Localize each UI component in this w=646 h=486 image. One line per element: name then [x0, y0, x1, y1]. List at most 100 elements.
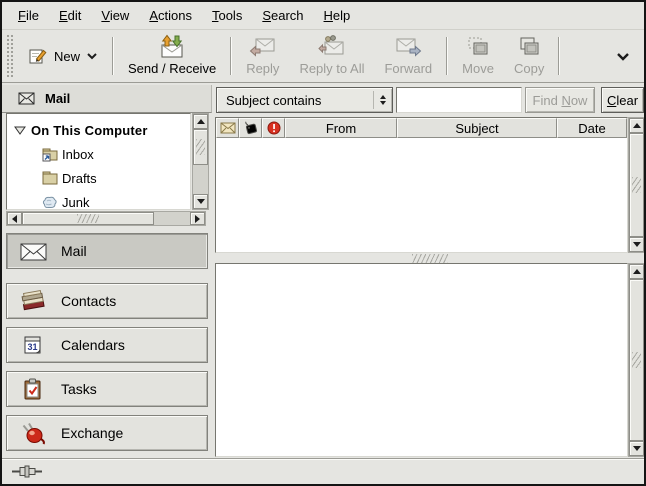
column-flag[interactable] [239, 118, 262, 138]
chevron-down-icon [616, 52, 630, 61]
splitter-grip [412, 254, 448, 263]
copy-label: Copy [514, 61, 544, 76]
menu-help[interactable]: Help [314, 2, 361, 29]
combo-arrows-icon [373, 91, 386, 109]
toolbar-separator [446, 37, 448, 75]
message-list-scrollbar [628, 117, 645, 253]
sidebar-item-tasks[interactable]: Tasks [6, 371, 208, 407]
message-status-icon [220, 122, 236, 134]
send-receive-label: Send / Receive [128, 61, 216, 76]
exchange-plug-icon [19, 422, 47, 445]
scroll-up-button[interactable] [193, 114, 208, 129]
reply-to-all-button[interactable]: Reply to All [289, 32, 374, 80]
column-date[interactable]: Date [557, 118, 627, 138]
folder-label: Inbox [62, 147, 94, 162]
folder-tree-horizontal-scrollbar [6, 211, 206, 226]
scroll-up-button[interactable] [629, 264, 644, 279]
svg-text:31: 31 [28, 342, 38, 352]
scrollbar-thumb[interactable] [629, 279, 644, 441]
message-list-body [216, 138, 627, 252]
status-bar [2, 458, 644, 484]
message-list: From Subject Date [215, 117, 628, 253]
inbox-icon [41, 147, 58, 162]
new-message-icon [28, 47, 48, 66]
scrollbar-thumb[interactable] [193, 129, 208, 165]
menu-file[interactable]: File [8, 2, 49, 29]
toolbar-separator [230, 37, 232, 75]
clear-button[interactable]: Clear [601, 87, 644, 113]
toolbar: New Send / Receive [2, 30, 644, 83]
sidebar-item-exchange[interactable]: Exchange [6, 415, 208, 451]
sidebar-item-label: Calendars [61, 337, 125, 353]
menu-view[interactable]: View [91, 2, 139, 29]
menu-edit[interactable]: Edit [49, 2, 91, 29]
menu-tools[interactable]: Tools [202, 2, 252, 29]
reply-label: Reply [246, 61, 279, 76]
reply-to-all-label: Reply to All [299, 61, 364, 76]
folder-tree: On This Computer Inbox [6, 113, 191, 210]
scrollbar-track[interactable] [22, 212, 190, 225]
tree-item-inbox[interactable]: Inbox [7, 142, 190, 166]
reply-icon [249, 35, 277, 59]
tree-item-junk[interactable]: Junk [7, 190, 190, 210]
flag-icon [243, 121, 258, 135]
send-receive-button[interactable]: Send / Receive [118, 32, 226, 80]
column-from[interactable]: From [285, 118, 397, 138]
preview-pane [215, 263, 628, 457]
find-now-button[interactable]: Find Now [525, 87, 595, 113]
scrollbar-track[interactable] [193, 129, 208, 194]
scroll-right-button[interactable] [190, 212, 205, 225]
tree-item-drafts[interactable]: Drafts [7, 166, 190, 190]
pane-splitter[interactable] [215, 253, 644, 263]
toolbar-separator [112, 37, 114, 75]
scroll-down-button[interactable] [629, 237, 644, 252]
priority-icon [267, 121, 281, 135]
reply-button[interactable]: Reply [236, 32, 289, 80]
toolbar-separator [558, 37, 560, 75]
pane-header-label: Mail [45, 91, 70, 106]
toolbar-drag-handle[interactable] [6, 34, 14, 78]
scroll-left-button[interactable] [7, 212, 22, 225]
forward-label: Forward [384, 61, 432, 76]
search-input[interactable] [396, 87, 522, 113]
sidebar-item-mail[interactable]: Mail [6, 233, 208, 269]
scroll-down-button[interactable] [629, 441, 644, 456]
offline-plug-icon[interactable] [11, 465, 43, 478]
chevron-down-icon [86, 52, 98, 60]
sidebar-item-contacts[interactable]: Contacts [6, 283, 208, 319]
scrollbar-thumb[interactable] [22, 212, 154, 225]
scroll-up-button[interactable] [629, 118, 644, 133]
search-filter-dropdown[interactable]: Subject contains [216, 87, 393, 113]
scrollbar-track[interactable] [629, 133, 644, 237]
move-button[interactable]: Move [452, 32, 504, 80]
preview-pane-scrollbar [628, 263, 645, 457]
scroll-down-button[interactable] [193, 194, 208, 209]
tree-item-on-this-computer[interactable]: On This Computer [7, 118, 190, 142]
move-label: Move [462, 61, 494, 76]
toolbar-overflow-button[interactable] [608, 32, 638, 80]
forward-button[interactable]: Forward [374, 32, 442, 80]
message-list-header: From Subject Date [216, 118, 627, 138]
column-subject[interactable]: Subject [397, 118, 557, 138]
expander-open-icon[interactable] [13, 125, 27, 136]
scrollbar-thumb[interactable] [629, 133, 644, 237]
evolution-window: File Edit View Actions Tools Search Help… [0, 0, 646, 486]
tree-root-label: On This Computer [31, 123, 148, 138]
menu-bar: File Edit View Actions Tools Search Help [2, 2, 644, 30]
sidebar-item-label: Contacts [61, 293, 116, 309]
menu-actions[interactable]: Actions [139, 2, 202, 29]
calendar-icon: 31 [19, 334, 47, 356]
column-message-status[interactable] [216, 118, 239, 138]
column-label: Subject [455, 121, 498, 136]
copy-icon [516, 36, 542, 59]
column-label: Date [578, 121, 605, 136]
move-icon [465, 36, 491, 59]
contacts-icon [19, 290, 47, 312]
scrollbar-track[interactable] [629, 279, 644, 441]
column-priority[interactable] [262, 118, 285, 138]
copy-button[interactable]: Copy [504, 32, 554, 80]
sidebar-item-calendars[interactable]: 31 Calendars [6, 327, 208, 363]
search-filter-value: Subject contains [226, 93, 321, 108]
new-button[interactable]: New [18, 32, 108, 80]
menu-search[interactable]: Search [252, 2, 313, 29]
